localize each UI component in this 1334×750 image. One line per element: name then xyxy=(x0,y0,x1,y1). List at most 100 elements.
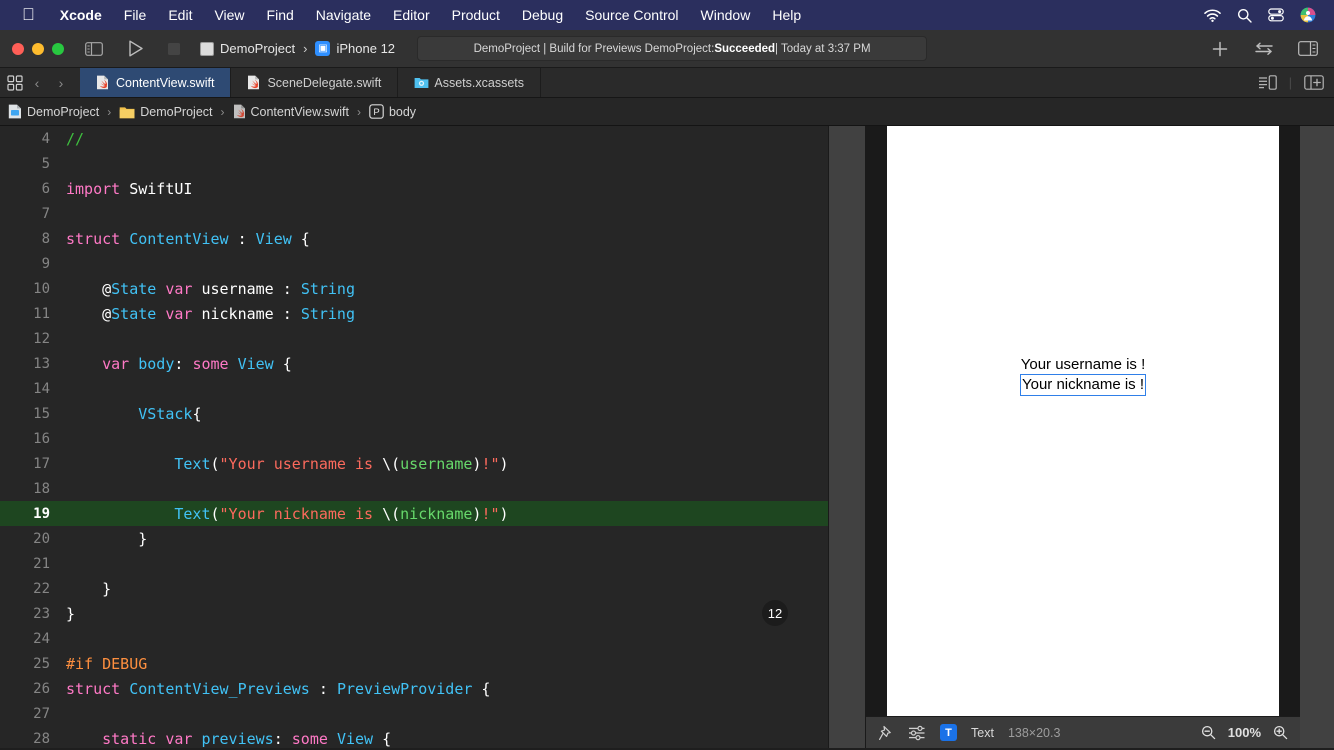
code-text: } xyxy=(58,605,75,623)
build-status-bar[interactable]: DemoProject | Build for Previews DemoPro… xyxy=(417,36,928,61)
code-token: ( xyxy=(210,504,220,523)
code-line[interactable]: 16 xyxy=(0,426,828,451)
code-line[interactable]: 6 import SwiftUI xyxy=(0,176,828,201)
project-scheme-icon xyxy=(200,41,214,56)
tab-forward-button[interactable]: › xyxy=(50,75,72,91)
code-line[interactable]: 12 xyxy=(0,326,828,351)
left-sidebar-toggle-icon[interactable] xyxy=(80,37,108,61)
zoom-in-icon[interactable] xyxy=(1273,725,1288,740)
line-number: 5 xyxy=(41,155,50,172)
menu-item-navigate[interactable]: Navigate xyxy=(305,7,382,23)
code-line[interactable]: 27 xyxy=(0,701,828,726)
code-line[interactable]: 21 xyxy=(0,551,828,576)
code-line[interactable]: 9 xyxy=(0,251,828,276)
code-line[interactable]: 25 #if DEBUG xyxy=(0,651,828,676)
swap-arrows-icon[interactable] xyxy=(1250,37,1278,61)
code-token: var xyxy=(165,729,193,748)
code-line[interactable]: 23} xyxy=(0,601,828,626)
adjustments-icon[interactable] xyxy=(908,725,926,741)
scheme-selector[interactable]: DemoProject › ▣ iPhone 12 xyxy=(200,41,395,56)
menu-item-editor[interactable]: Editor xyxy=(382,7,441,23)
breadcrumb-item-project[interactable]: DemoProject › xyxy=(8,104,114,119)
code-line[interactable]: 18 xyxy=(0,476,828,501)
minimize-button[interactable] xyxy=(32,42,44,55)
coverage-count-badge[interactable]: 12 xyxy=(762,600,788,626)
code-line[interactable]: 20 } xyxy=(0,526,828,551)
control-center-icon[interactable] xyxy=(1268,8,1284,22)
code-line[interactable]: 24 xyxy=(0,626,828,651)
menu-item-xcode[interactable]: Xcode xyxy=(49,7,113,23)
tab-assets-xcassets[interactable]: Assets.xcassets xyxy=(398,68,542,97)
right-inspector-toggle-icon[interactable] xyxy=(1294,37,1322,61)
apple-logo-icon[interactable]:  xyxy=(22,6,35,23)
code-token: #if xyxy=(66,654,94,673)
menu-item-debug[interactable]: Debug xyxy=(511,7,574,23)
zoom-out-icon[interactable] xyxy=(1201,725,1216,740)
menu-item-window[interactable]: Window xyxy=(690,7,762,23)
code-line[interactable]: 19 Text("Your nickname is \(nickname)!") xyxy=(0,501,828,526)
code-line[interactable]: 28 static var previews: some View { xyxy=(0,726,828,748)
breadcrumb-separator: › xyxy=(356,104,361,119)
code-token: } xyxy=(66,604,76,623)
scheme-destination-label[interactable]: iPhone 12 xyxy=(336,41,395,56)
zoom-level-label[interactable]: 100% xyxy=(1228,725,1261,740)
tab-grid-icon[interactable] xyxy=(6,74,24,91)
code-line[interactable]: 11 @State var nickname : String xyxy=(0,301,828,326)
canvas-status-bar: T Text 138×20.3 100% xyxy=(866,716,1300,748)
wifi-icon[interactable] xyxy=(1204,8,1221,22)
code-token: var xyxy=(165,279,193,298)
user-avatar-icon[interactable] xyxy=(1300,7,1316,23)
canvas-device-area[interactable]: Your username is ! Your nickname is ! xyxy=(866,126,1300,716)
code-line[interactable]: 8 struct ContentView : View { xyxy=(0,226,828,251)
device-preview-frame[interactable]: Your username is ! Your nickname is ! xyxy=(887,126,1279,716)
code-line[interactable]: 14 xyxy=(0,376,828,401)
line-number: 19 xyxy=(33,505,50,522)
preview-text-selected[interactable]: Your nickname is ! xyxy=(1019,374,1147,396)
menu-item-view[interactable]: View xyxy=(203,7,255,23)
code-line[interactable]: 4 // xyxy=(0,126,828,151)
tab-scenedelegate-swift[interactable]: SceneDelegate.swift xyxy=(231,68,399,97)
menu-item-product[interactable]: Product xyxy=(441,7,511,23)
code-line[interactable]: 22 } xyxy=(0,576,828,601)
line-number: 21 xyxy=(33,555,50,572)
search-icon[interactable] xyxy=(1237,8,1252,23)
code-line[interactable]: 15 VStack{ xyxy=(0,401,828,426)
tab-back-button[interactable]: ‹ xyxy=(26,75,48,91)
tabbar-trailing-controls: | xyxy=(1248,68,1334,97)
run-play-icon[interactable] xyxy=(122,37,150,61)
add-icon[interactable] xyxy=(1206,37,1234,61)
code-text: #if DEBUG xyxy=(58,655,147,673)
inspector-strip[interactable] xyxy=(1300,126,1334,748)
breadcrumb-item-folder[interactable]: DemoProject › xyxy=(119,105,227,119)
code-line[interactable]: 10 @State var username : String xyxy=(0,276,828,301)
code-line[interactable]: 26 struct ContentView_Previews : PreviewP… xyxy=(0,676,828,701)
editor-scroll-minimap[interactable] xyxy=(828,126,866,748)
pin-icon[interactable] xyxy=(878,725,894,741)
toolbar-right-controls xyxy=(1206,37,1322,61)
code-line[interactable]: 5 xyxy=(0,151,828,176)
code-token: ( xyxy=(210,454,220,473)
breadcrumb-item-symbol[interactable]: P body xyxy=(369,104,416,119)
code-token: username xyxy=(400,454,473,473)
code-line[interactable]: 13 var body: some View { xyxy=(0,351,828,376)
code-line[interactable]: 17 Text("Your username is \(username)!") xyxy=(0,451,828,476)
zoom-button[interactable] xyxy=(52,42,64,55)
breadcrumb-item-file[interactable]: ContentView.swift › xyxy=(233,104,364,119)
close-button[interactable] xyxy=(12,42,24,55)
menu-item-find[interactable]: Find xyxy=(256,7,305,23)
line-number: 28 xyxy=(33,730,50,747)
menu-item-edit[interactable]: Edit xyxy=(157,7,203,23)
code-line[interactable]: 7 xyxy=(0,201,828,226)
preview-text[interactable]: Your username is ! xyxy=(1020,355,1147,375)
menu-item-help[interactable]: Help xyxy=(761,7,812,23)
code-token: @ xyxy=(66,279,112,298)
menu-item-file[interactable]: File xyxy=(113,7,158,23)
code-token: VStack xyxy=(138,404,193,423)
code-editor[interactable]: 12 4 // 5 6 import SwiftUI 7 8 struct ContentVi… xyxy=(0,126,828,748)
editor-options-icon[interactable] xyxy=(1258,75,1277,90)
stop-square-icon[interactable] xyxy=(160,37,188,61)
add-editor-icon[interactable] xyxy=(1304,75,1324,90)
scheme-project-label[interactable]: DemoProject xyxy=(220,41,295,56)
menu-item-source-control[interactable]: Source Control xyxy=(574,7,689,23)
tab-contentview-swift[interactable]: ContentView.swift xyxy=(80,68,232,97)
